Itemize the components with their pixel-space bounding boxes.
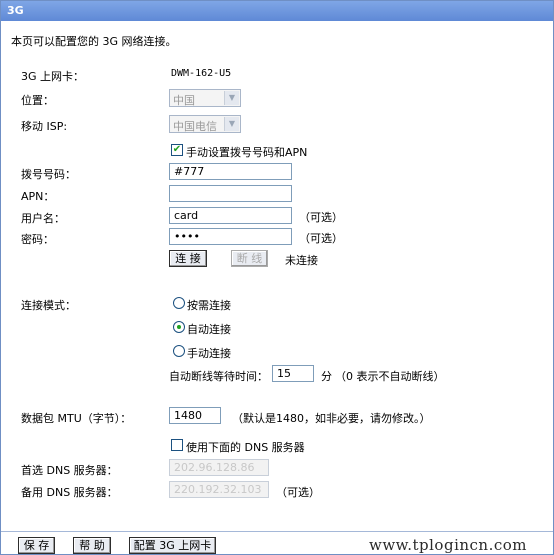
disconnect-button[interactable]: 断 线 <box>231 250 268 267</box>
idle-time-unit: 分 <box>321 370 332 383</box>
use-dns-checkbox[interactable] <box>171 439 183 451</box>
dial-number-input[interactable] <box>169 163 292 180</box>
isp-select[interactable]: 中国电信 ▼ <box>169 115 241 133</box>
help-button[interactable]: 帮 助 <box>73 537 111 554</box>
mode-auto-label: 自动连接 <box>187 323 231 336</box>
mtu-input[interactable] <box>169 407 221 424</box>
idle-time-note: （0 表示不自动断线） <box>335 370 445 383</box>
page-description: 本页可以配置您的 3G 网络连接。 <box>11 35 177 48</box>
username-label: 用户名： <box>21 212 65 225</box>
mode-on-demand-label: 按需连接 <box>187 299 231 312</box>
mode-auto-radio[interactable] <box>173 321 185 333</box>
manual-dial-checkbox[interactable]: ✔ <box>171 144 183 156</box>
apn-label: APN： <box>21 190 55 203</box>
connect-button[interactable]: 连 接 <box>169 250 207 267</box>
password-label: 密码： <box>21 233 54 246</box>
apn-input[interactable] <box>169 185 292 202</box>
save-button[interactable]: 保 存 <box>18 537 55 554</box>
chevron-down-icon: ▼ <box>224 91 239 105</box>
location-select[interactable]: 中国 ▼ <box>169 89 241 107</box>
card-label: 3G 上网卡： <box>21 70 85 83</box>
mtu-label: 数据包 MTU（字节）： <box>21 412 132 425</box>
secondary-dns-label: 备用 DNS 服务器： <box>21 486 118 499</box>
connection-status: 未连接 <box>285 254 318 267</box>
dial-label: 拨号号码： <box>21 168 76 181</box>
primary-dns-input[interactable] <box>169 459 269 476</box>
mode-on-demand-radio[interactable] <box>173 297 185 309</box>
manual-dial-label: 手动设置拨号号码和APN <box>186 146 308 159</box>
mtu-note: （默认是1480，如非必要，请勿修改。） <box>232 412 431 425</box>
password-optional-hint: （可选） <box>299 232 343 245</box>
secondary-dns-optional-hint: （可选） <box>276 486 320 499</box>
mode-manual-label: 手动连接 <box>187 347 231 360</box>
username-input[interactable] <box>169 207 292 224</box>
isp-label: 移动 ISP: <box>21 120 68 133</box>
watermark-text: www.tplogincn.com <box>369 536 528 554</box>
location-select-value: 中国 <box>173 94 195 107</box>
window-title: 3G <box>1 1 553 21</box>
location-label: 位置： <box>21 94 54 107</box>
check-icon: ✔ <box>172 144 182 155</box>
card-value: DWM-162-U5 <box>171 68 232 79</box>
mode-label: 连接模式： <box>21 299 76 312</box>
isp-select-value: 中国电信 <box>173 120 217 133</box>
password-input[interactable] <box>169 228 292 245</box>
configure-3g-card-button[interactable]: 配置 3G 上网卡 <box>129 537 216 554</box>
idle-time-input[interactable] <box>272 365 314 382</box>
secondary-dns-input[interactable] <box>169 481 269 498</box>
settings-panel: 3G 本页可以配置您的 3G 网络连接。 3G 上网卡： DWM-162-U5 … <box>0 0 554 555</box>
mode-manual-radio[interactable] <box>173 345 185 357</box>
primary-dns-label: 首选 DNS 服务器： <box>21 464 118 477</box>
use-dns-label: 使用下面的 DNS 服务器 <box>186 441 305 454</box>
username-optional-hint: （可选） <box>299 211 343 224</box>
chevron-down-icon: ▼ <box>224 117 239 131</box>
idle-time-label: 自动断线等待时间： <box>169 370 268 383</box>
